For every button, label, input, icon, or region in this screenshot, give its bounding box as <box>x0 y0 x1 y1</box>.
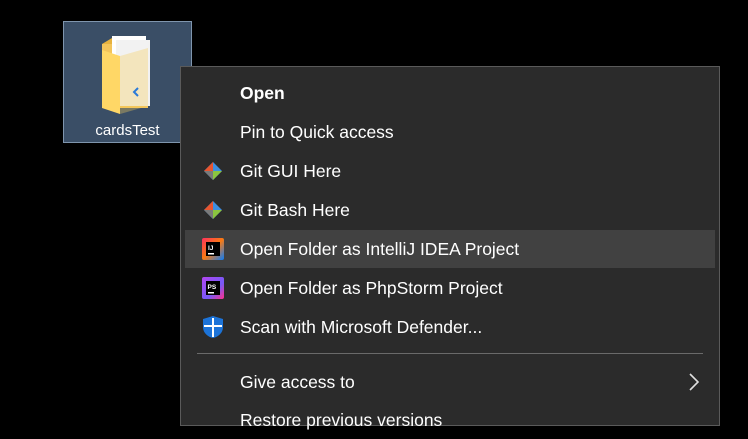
menu-item-scan-with-defender[interactable]: Scan with Microsoft Defender... <box>185 308 715 346</box>
menu-item-pin-to-quick-access[interactable]: Pin to Quick access <box>185 113 715 151</box>
menu-item-label: Open Folder as PhpStorm Project <box>240 277 503 298</box>
menu-item-label: Open <box>240 82 285 103</box>
menu-item-git-bash-here[interactable]: Git Bash Here <box>185 191 715 229</box>
desktop-folder-cardstest[interactable]: cardsTest <box>63 21 192 143</box>
menu-item-label: Give access to <box>240 371 355 392</box>
menu-item-restore-previous-versions[interactable]: Restore previous versions <box>185 401 715 439</box>
intellij-icon: IJ <box>202 238 224 260</box>
defender-shield-icon <box>203 316 223 338</box>
svg-text:IJ: IJ <box>208 245 214 252</box>
svg-text:PS: PS <box>208 284 217 291</box>
menu-item-git-gui-here[interactable]: Git GUI Here <box>185 152 715 190</box>
folder-icon <box>102 36 150 114</box>
menu-item-label: Scan with Microsoft Defender... <box>240 316 483 337</box>
git-icon <box>204 201 222 219</box>
menu-item-label: Restore previous versions <box>240 409 443 430</box>
context-menu: Open Pin to Quick access Git GUI Here Gi… <box>180 66 720 430</box>
menu-item-open-folder-phpstorm[interactable]: PS Open Folder as PhpStorm Project <box>185 269 715 307</box>
menu-item-label: Pin to Quick access <box>240 121 394 142</box>
menu-item-label: Open Folder as IntelliJ IDEA Project <box>240 238 520 259</box>
menu-item-give-access-to[interactable]: Give access to <box>185 363 715 401</box>
menu-item-open-folder-intellij[interactable]: IJ Open Folder as IntelliJ IDEA Project <box>185 230 715 268</box>
folder-name-label: cardsTest <box>95 122 160 139</box>
menu-item-label: Git GUI Here <box>240 160 342 181</box>
git-icon <box>204 162 222 180</box>
chevron-right-icon <box>689 373 700 391</box>
menu-item-open[interactable]: Open <box>185 74 715 112</box>
menu-separator <box>197 353 703 354</box>
menu-item-label: Git Bash Here <box>240 199 350 220</box>
phpstorm-icon: PS <box>202 277 224 299</box>
